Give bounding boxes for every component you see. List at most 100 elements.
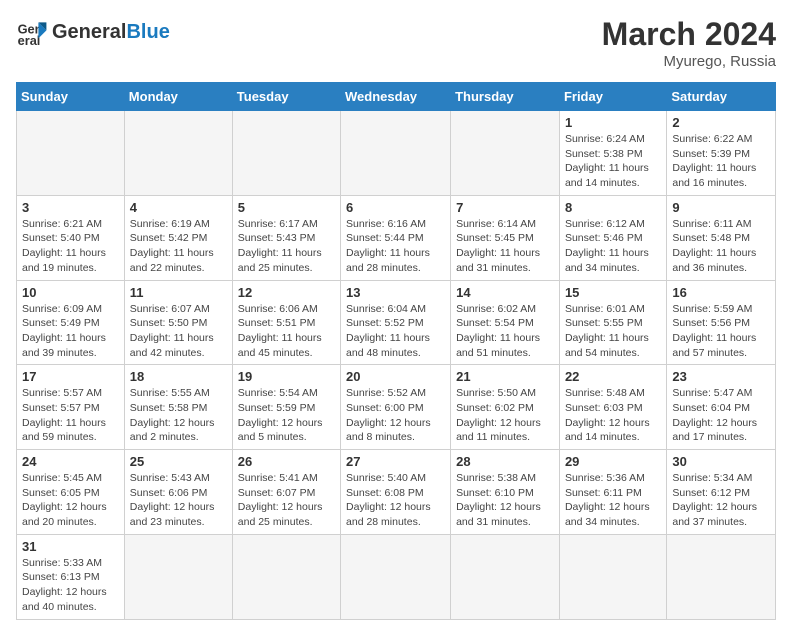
- day-info: Sunrise: 5:59 AM Sunset: 5:56 PM Dayligh…: [672, 302, 770, 361]
- day-info: Sunrise: 6:11 AM Sunset: 5:48 PM Dayligh…: [672, 217, 770, 276]
- day-number: 3: [22, 200, 119, 215]
- day-info: Sunrise: 5:36 AM Sunset: 6:11 PM Dayligh…: [565, 471, 661, 530]
- weekday-header-monday: Monday: [124, 83, 232, 111]
- day-info: Sunrise: 6:04 AM Sunset: 5:52 PM Dayligh…: [346, 302, 445, 361]
- day-number: 29: [565, 454, 661, 469]
- calendar-cell: 15Sunrise: 6:01 AM Sunset: 5:55 PM Dayli…: [559, 280, 666, 365]
- calendar-cell: 29 Sunrise: 5:36 AM Sunset: 6:11 PM Dayli…: [559, 450, 666, 535]
- day-number: 4: [130, 200, 227, 215]
- calendar-cell: [17, 111, 125, 196]
- calendar-cell: [232, 111, 340, 196]
- day-number: 13: [346, 285, 445, 300]
- day-info: Sunrise: 5:50 AM Sunset: 6:02 PM Dayligh…: [456, 386, 554, 445]
- calendar-cell: 23Sunrise: 5:47 AM Sunset: 6:04 PM Dayli…: [667, 365, 776, 450]
- calendar-cell: 28Sunrise: 5:38 AM Sunset: 6:10 PM Dayli…: [451, 450, 560, 535]
- calendar-cell: 27Sunrise: 5:40 AM Sunset: 6:08 PM Dayli…: [341, 450, 451, 535]
- calendar-cell: 26Sunrise: 5:41 AM Sunset: 6:07 PM Dayli…: [232, 450, 340, 535]
- day-number: 2: [672, 115, 770, 130]
- day-info: Sunrise: 6:21 AM Sunset: 5:40 PM Dayligh…: [22, 217, 119, 276]
- day-number: 14: [456, 285, 554, 300]
- week-row-6: 31 Sunrise: 5:33 AM Sunset: 6:13 PM Dayli…: [17, 534, 776, 619]
- calendar-cell: 31 Sunrise: 5:33 AM Sunset: 6:13 PM Dayli…: [17, 534, 125, 619]
- logo-general: General: [52, 21, 126, 43]
- calendar-cell: 16 Sunrise: 5:59 AM Sunset: 5:56 PM Dayli…: [667, 280, 776, 365]
- week-row-1: 1Sunrise: 6:24 AM Sunset: 5:38 PM Daylig…: [17, 111, 776, 196]
- calendar-cell: [451, 534, 560, 619]
- calendar-cell: 9Sunrise: 6:11 AM Sunset: 5:48 PM Daylig…: [667, 195, 776, 280]
- day-number: 30: [672, 454, 770, 469]
- calendar-cell: 2 Sunrise: 6:22 AM Sunset: 5:39 PM Daylig…: [667, 111, 776, 196]
- week-row-5: 24 Sunrise: 5:45 AM Sunset: 6:05 PM Dayli…: [17, 450, 776, 535]
- logo-blue: Blue: [126, 21, 169, 43]
- calendar-cell: 21 Sunrise: 5:50 AM Sunset: 6:02 PM Dayli…: [451, 365, 560, 450]
- week-row-3: 10Sunrise: 6:09 AM Sunset: 5:49 PM Dayli…: [17, 280, 776, 365]
- weekday-header-thursday: Thursday: [451, 83, 560, 111]
- day-number: 16: [672, 285, 770, 300]
- weekday-header-wednesday: Wednesday: [341, 83, 451, 111]
- svg-text:eral: eral: [18, 33, 41, 48]
- day-number: 20: [346, 369, 445, 384]
- day-info: Sunrise: 5:38 AM Sunset: 6:10 PM Dayligh…: [456, 471, 554, 530]
- day-info: Sunrise: 5:47 AM Sunset: 6:04 PM Dayligh…: [672, 386, 770, 445]
- day-info: Sunrise: 6:14 AM Sunset: 5:45 PM Dayligh…: [456, 217, 554, 276]
- calendar-cell: 22 Sunrise: 5:48 AM Sunset: 6:03 PM Dayli…: [559, 365, 666, 450]
- calendar-cell: 4Sunrise: 6:19 AM Sunset: 5:42 PM Daylig…: [124, 195, 232, 280]
- day-info: Sunrise: 5:43 AM Sunset: 6:06 PM Dayligh…: [130, 471, 227, 530]
- calendar: SundayMondayTuesdayWednesdayThursdayFrid…: [16, 82, 776, 620]
- day-number: 22: [565, 369, 661, 384]
- weekday-header-saturday: Saturday: [667, 83, 776, 111]
- day-number: 26: [238, 454, 335, 469]
- calendar-cell: [341, 111, 451, 196]
- week-row-2: 3 Sunrise: 6:21 AM Sunset: 5:40 PM Daylig…: [17, 195, 776, 280]
- day-info: Sunrise: 5:48 AM Sunset: 6:03 PM Dayligh…: [565, 386, 661, 445]
- calendar-cell: [124, 534, 232, 619]
- day-info: Sunrise: 5:55 AM Sunset: 5:58 PM Dayligh…: [130, 386, 227, 445]
- calendar-cell: 14 Sunrise: 6:02 AM Sunset: 5:54 PM Dayli…: [451, 280, 560, 365]
- weekday-header-friday: Friday: [559, 83, 666, 111]
- calendar-cell: 19 Sunrise: 5:54 AM Sunset: 5:59 PM Dayli…: [232, 365, 340, 450]
- calendar-cell: 11Sunrise: 6:07 AM Sunset: 5:50 PM Dayli…: [124, 280, 232, 365]
- calendar-cell: [124, 111, 232, 196]
- day-info: Sunrise: 5:45 AM Sunset: 6:05 PM Dayligh…: [22, 471, 119, 530]
- calendar-cell: 17Sunrise: 5:57 AM Sunset: 5:57 PM Dayli…: [17, 365, 125, 450]
- day-info: Sunrise: 6:16 AM Sunset: 5:44 PM Dayligh…: [346, 217, 445, 276]
- weekday-header-sunday: Sunday: [17, 83, 125, 111]
- calendar-cell: 12Sunrise: 6:06 AM Sunset: 5:51 PM Dayli…: [232, 280, 340, 365]
- calendar-cell: 6Sunrise: 6:16 AM Sunset: 5:44 PM Daylig…: [341, 195, 451, 280]
- day-info: Sunrise: 5:40 AM Sunset: 6:08 PM Dayligh…: [346, 471, 445, 530]
- calendar-cell: 8Sunrise: 6:12 AM Sunset: 5:46 PM Daylig…: [559, 195, 666, 280]
- calendar-cell: 30Sunrise: 5:34 AM Sunset: 6:12 PM Dayli…: [667, 450, 776, 535]
- day-number: 31: [22, 539, 119, 554]
- day-number: 8: [565, 200, 661, 215]
- page-header: Gen eral GeneralBlue March 2024 Myurego,…: [16, 16, 776, 70]
- calendar-cell: [559, 534, 666, 619]
- day-number: 19: [238, 369, 335, 384]
- calendar-cell: [451, 111, 560, 196]
- day-info: Sunrise: 5:57 AM Sunset: 5:57 PM Dayligh…: [22, 386, 119, 445]
- logo-icon: Gen eral: [16, 16, 48, 48]
- day-number: 24: [22, 454, 119, 469]
- location: Myurego, Russia: [602, 53, 776, 70]
- calendar-cell: 13 Sunrise: 6:04 AM Sunset: 5:52 PM Dayli…: [341, 280, 451, 365]
- day-number: 12: [238, 285, 335, 300]
- calendar-cell: 25Sunrise: 5:43 AM Sunset: 6:06 PM Dayli…: [124, 450, 232, 535]
- day-info: Sunrise: 5:54 AM Sunset: 5:59 PM Dayligh…: [238, 386, 335, 445]
- logo: Gen eral GeneralBlue: [16, 16, 170, 48]
- calendar-cell: 1Sunrise: 6:24 AM Sunset: 5:38 PM Daylig…: [559, 111, 666, 196]
- weekday-header-tuesday: Tuesday: [232, 83, 340, 111]
- day-info: Sunrise: 6:09 AM Sunset: 5:49 PM Dayligh…: [22, 302, 119, 361]
- calendar-cell: [341, 534, 451, 619]
- calendar-cell: 7 Sunrise: 6:14 AM Sunset: 5:45 PM Daylig…: [451, 195, 560, 280]
- calendar-cell: 5Sunrise: 6:17 AM Sunset: 5:43 PM Daylig…: [232, 195, 340, 280]
- day-info: Sunrise: 6:22 AM Sunset: 5:39 PM Dayligh…: [672, 132, 770, 191]
- day-number: 1: [565, 115, 661, 130]
- month-title: March 2024: [602, 16, 776, 53]
- day-info: Sunrise: 6:02 AM Sunset: 5:54 PM Dayligh…: [456, 302, 554, 361]
- day-info: Sunrise: 5:33 AM Sunset: 6:13 PM Dayligh…: [22, 556, 119, 615]
- day-number: 7: [456, 200, 554, 215]
- week-row-4: 17Sunrise: 5:57 AM Sunset: 5:57 PM Dayli…: [17, 365, 776, 450]
- day-number: 18: [130, 369, 227, 384]
- day-info: Sunrise: 6:17 AM Sunset: 5:43 PM Dayligh…: [238, 217, 335, 276]
- day-number: 21: [456, 369, 554, 384]
- day-number: 15: [565, 285, 661, 300]
